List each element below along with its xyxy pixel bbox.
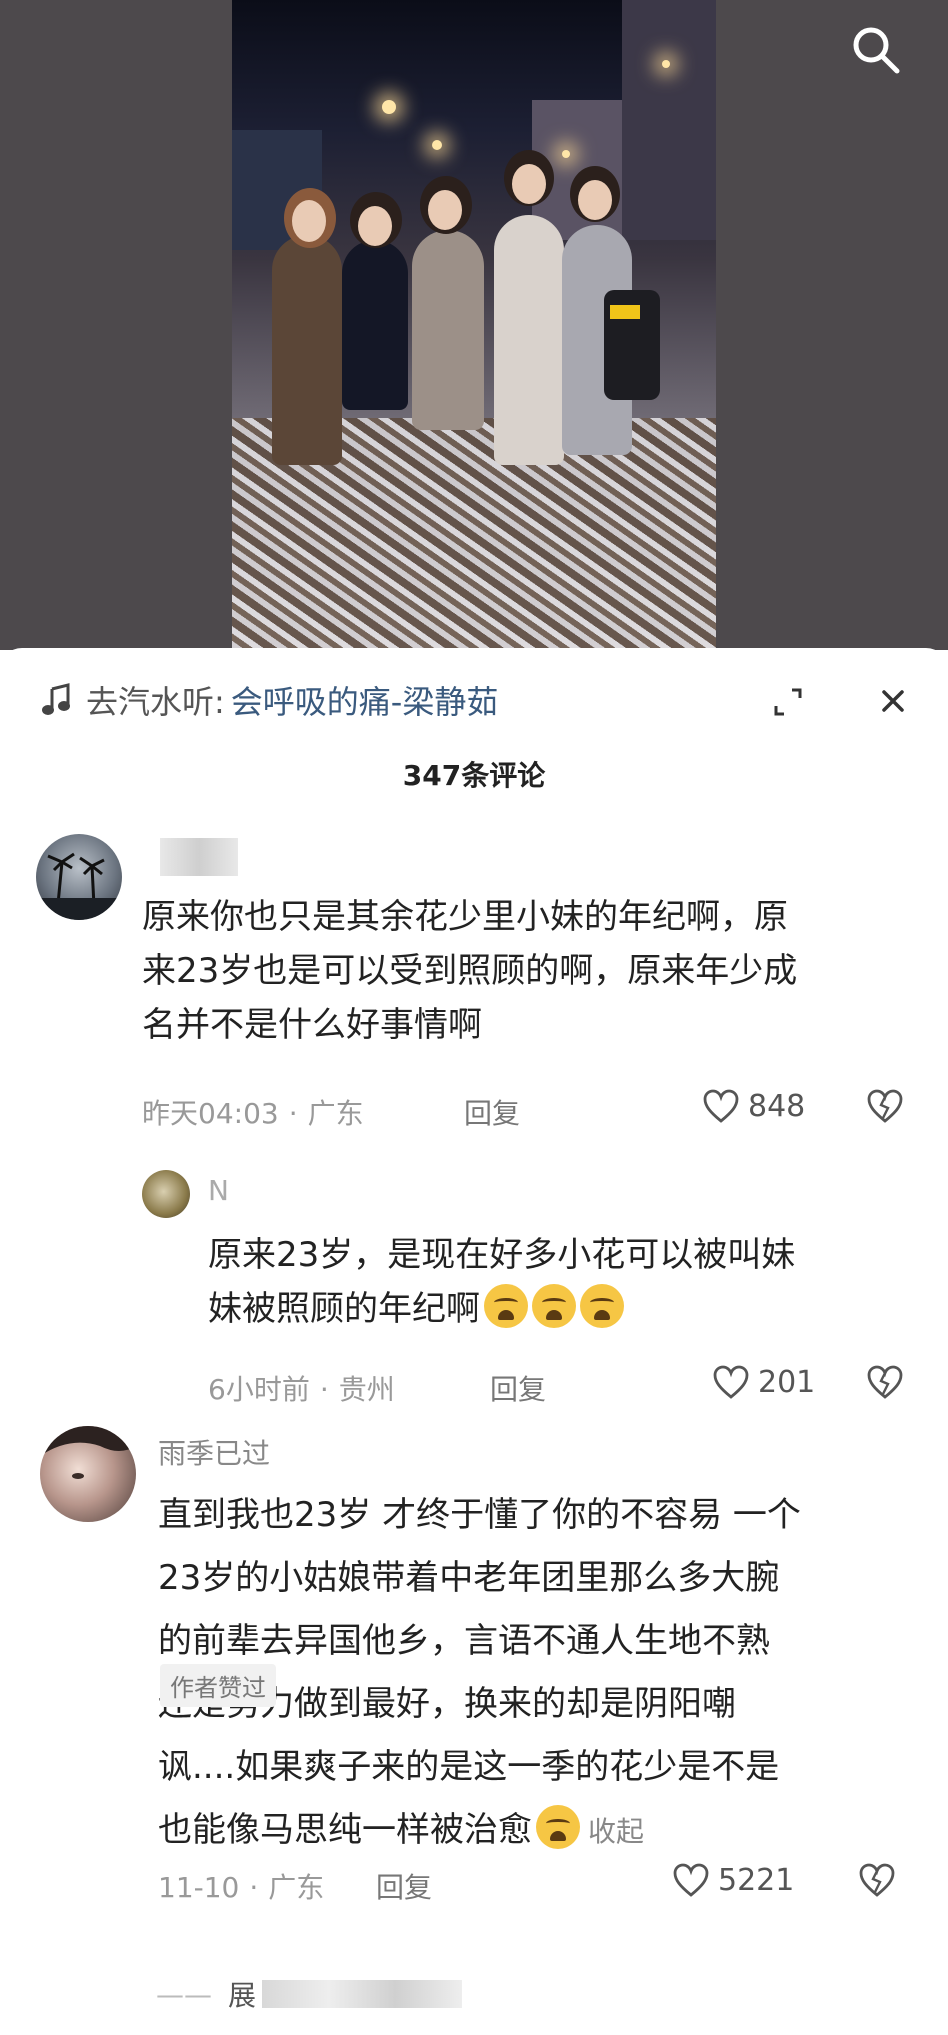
crying-emoji	[536, 1805, 580, 1849]
comment-time: 昨天04:03	[142, 1097, 279, 1130]
heart-icon	[713, 1365, 749, 1399]
crying-emoji	[484, 1284, 528, 1328]
comment-count-title: 347条评论	[402, 759, 546, 792]
dislike-button[interactable]	[866, 1364, 904, 1404]
close-button[interactable]	[874, 682, 912, 720]
crying-emoji	[532, 1284, 576, 1328]
music-prefix: 去汽水听:	[86, 683, 225, 721]
like-count: 201	[758, 1364, 816, 1400]
dislike-button[interactable]	[866, 1088, 904, 1128]
close-icon	[882, 690, 904, 712]
username-blurred	[160, 838, 238, 876]
video-frame-photo	[232, 0, 716, 648]
search-button[interactable]	[848, 22, 904, 78]
avatar[interactable]	[36, 834, 122, 920]
comment-time: 11-10	[158, 1871, 240, 1904]
comment-username[interactable]: 雨季已过	[158, 1432, 270, 1472]
music-note-icon	[42, 683, 70, 715]
crying-emoji	[580, 1284, 624, 1328]
comment-location: 广东	[268, 1871, 325, 1904]
dislike-button[interactable]	[858, 1862, 896, 1902]
comment-time: 6小时前	[208, 1373, 310, 1406]
comment-location: 广东	[307, 1097, 364, 1130]
reply-meta: 6小时前 · 贵州	[208, 1373, 395, 1406]
like-button[interactable]: 5221	[672, 1862, 794, 1898]
broken-heart-icon	[859, 1863, 895, 1897]
like-count: 5221	[718, 1862, 795, 1898]
video-player[interactable]	[0, 0, 948, 650]
search-icon	[853, 27, 900, 74]
comment-meta: 昨天04:03 · 广东	[142, 1097, 364, 1130]
avatar[interactable]	[40, 1426, 136, 1522]
broken-heart-icon	[867, 1089, 903, 1123]
avatar[interactable]	[142, 1170, 190, 1218]
reply-button[interactable]: 回复	[464, 1092, 520, 1132]
like-button[interactable]: 201	[712, 1364, 815, 1400]
broken-heart-icon	[867, 1365, 903, 1399]
author-liked-badge: 作者赞过	[160, 1664, 276, 1707]
expand-icon	[774, 688, 802, 716]
like-button[interactable]: 848	[702, 1088, 805, 1124]
heart-icon	[673, 1863, 709, 1897]
comment-meta: 11-10 · 广东	[158, 1871, 325, 1904]
more-replies-label: 展	[228, 1979, 257, 2012]
expand-replies-button[interactable]: —— 展	[156, 1974, 463, 2014]
music-song-title[interactable]: 会呼吸的痛-梁静茹	[231, 677, 499, 723]
comment-text: 原来你也只是其余花少里小妹的年纪啊，原 来23岁也是可以受到照顾的啊，原来年少成…	[142, 897, 798, 1045]
more-replies-blurred	[262, 1980, 463, 2008]
like-count: 848	[748, 1088, 806, 1124]
comment-sheet: 去汽水听: 会呼吸的痛-梁静茹 347条评论 原来你也只是其余花少里小妹的年纪啊…	[0, 648, 948, 2035]
music-link[interactable]: 去汽水听: 会呼吸的痛-梁静茹	[40, 678, 498, 722]
reply-button[interactable]: 回复	[490, 1368, 546, 1408]
more-replies-dash: ——	[156, 1977, 212, 2011]
expand-button[interactable]	[770, 684, 806, 720]
comment-location: 贵州	[338, 1373, 395, 1406]
collapse-button[interactable]: 收起	[588, 1815, 644, 1848]
heart-icon	[703, 1089, 739, 1123]
reply-username: N	[208, 1174, 229, 1207]
reply-text: 原来23岁，是现在好多小花可以被叫妹 妹被照顾的年纪啊	[208, 1235, 796, 1329]
reply-button[interactable]: 回复	[376, 1866, 432, 1906]
